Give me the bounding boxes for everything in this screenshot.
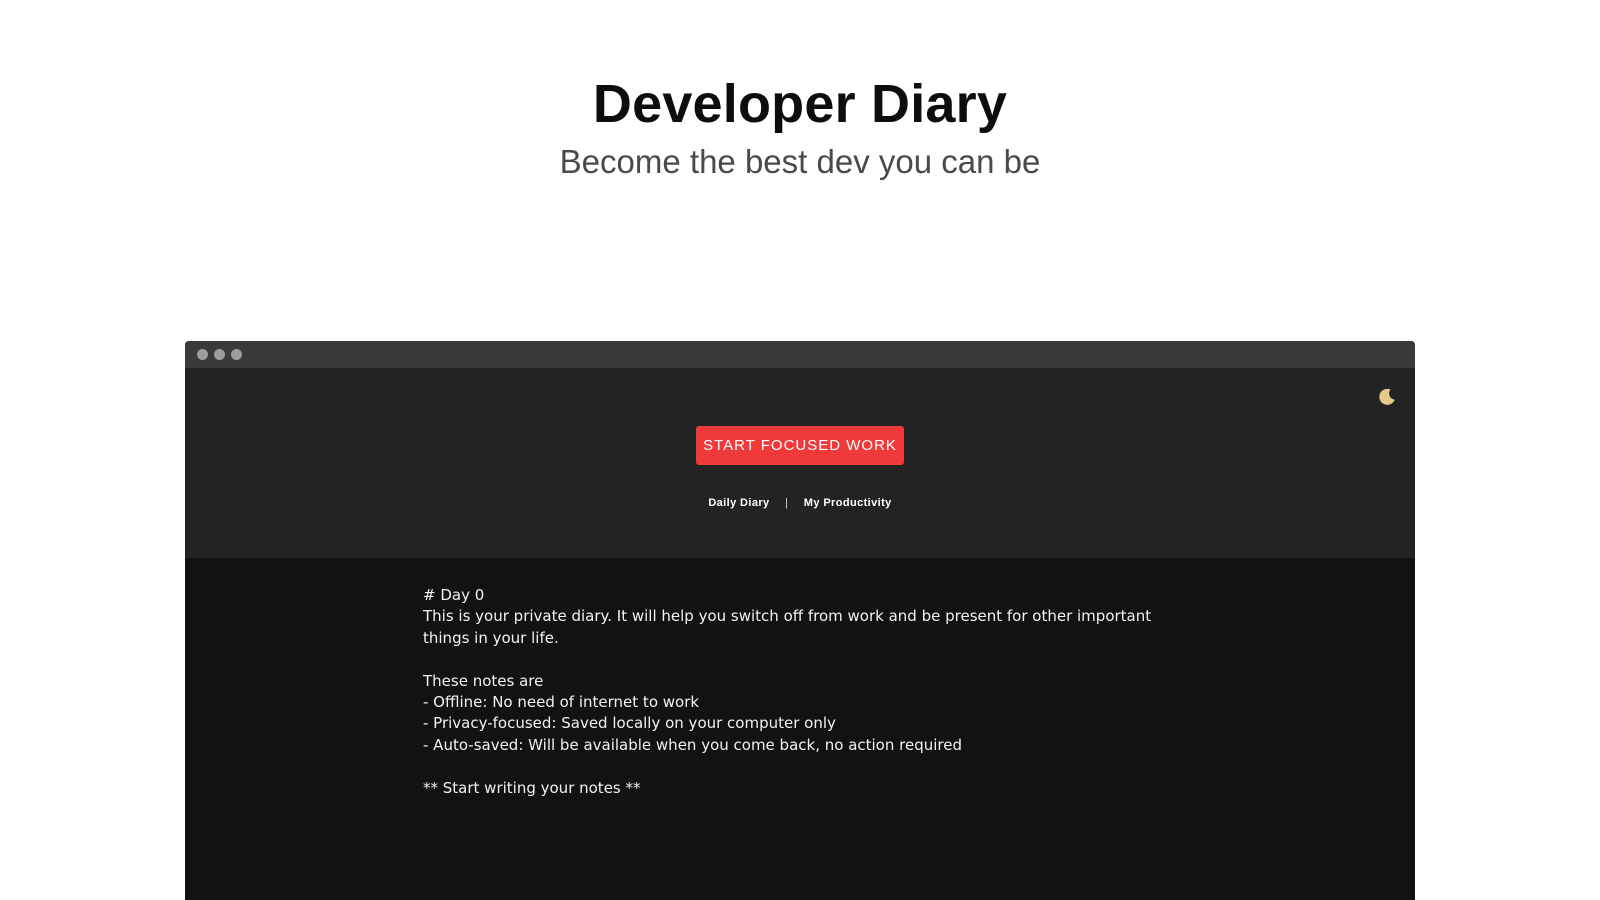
editor-line: This is your private diary. It will help… xyxy=(423,607,1152,626)
nav-my-productivity-link[interactable]: My Productivity xyxy=(804,497,892,509)
app-window: START FOCUSED WORK Daily Diary | My Prod… xyxy=(185,341,1415,900)
editor-line: - Offline: No need of internet to work xyxy=(423,693,700,712)
window-control-dot[interactable] xyxy=(214,349,225,360)
window-titlebar xyxy=(185,341,1415,368)
app-nav: Daily Diary | My Productivity xyxy=(185,497,1415,509)
diary-editor-content[interactable]: # Day 0 This is your private diary. It w… xyxy=(423,585,1183,799)
nav-daily-diary-link[interactable]: Daily Diary xyxy=(708,497,769,509)
crescent-moon-icon xyxy=(1379,388,1395,405)
editor-line: ** Start writing your notes ** xyxy=(423,778,641,797)
diary-editor[interactable]: # Day 0 This is your private diary. It w… xyxy=(185,558,1415,900)
editor-line: things in your life. xyxy=(423,628,559,647)
window-control-dot[interactable] xyxy=(197,349,208,360)
page-subtitle: Become the best dev you can be xyxy=(559,143,1041,180)
window-control-dot[interactable] xyxy=(231,349,242,360)
nav-separator: | xyxy=(785,497,789,509)
theme-toggle-button[interactable] xyxy=(1376,386,1398,408)
editor-line: # Day 0 xyxy=(423,586,485,604)
app-header: START FOCUSED WORK Daily Diary | My Prod… xyxy=(185,368,1415,558)
editor-line: These notes are xyxy=(423,671,544,690)
page-title: Developer Diary xyxy=(592,74,1008,134)
editor-line: - Auto-saved: Will be available when you… xyxy=(423,735,962,754)
editor-line: - Privacy-focused: Saved locally on your… xyxy=(423,714,836,733)
start-focused-work-button[interactable]: START FOCUSED WORK xyxy=(696,426,904,465)
